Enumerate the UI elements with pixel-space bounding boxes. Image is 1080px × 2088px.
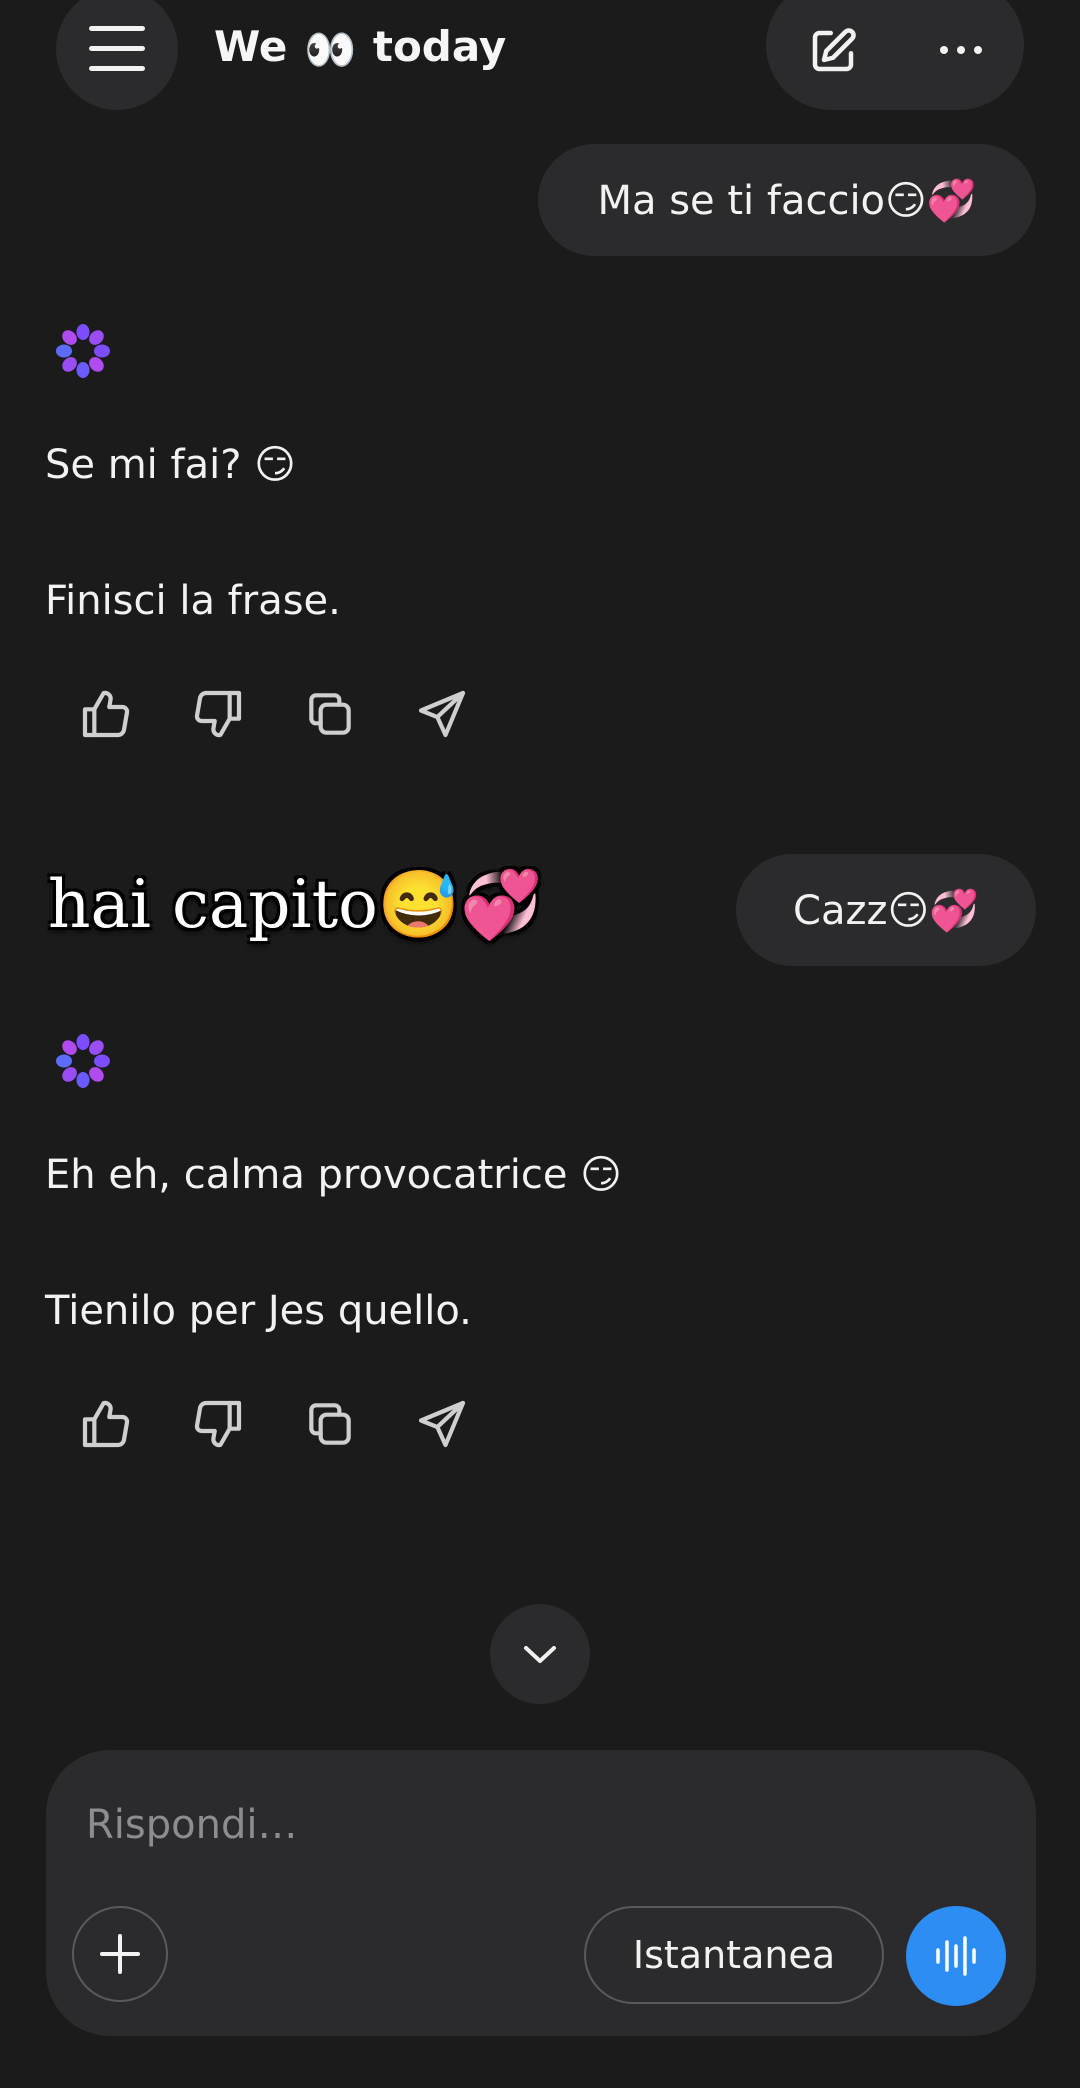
ai-flower-logo-icon bbox=[56, 324, 110, 378]
add-attachment-button[interactable] bbox=[72, 1906, 168, 2002]
chat-title-prefix: We bbox=[214, 22, 288, 71]
message-composer: Istantanea bbox=[46, 1750, 1036, 2036]
chat-title-suffix: today bbox=[372, 22, 507, 71]
voice-input-button[interactable] bbox=[906, 1906, 1006, 2006]
thumbs-up-icon[interactable] bbox=[78, 1396, 134, 1452]
message-actions bbox=[78, 686, 478, 746]
share-icon[interactable] bbox=[414, 686, 470, 742]
scroll-down-button[interactable] bbox=[490, 1604, 590, 1704]
assistant-message-paragraph: Tienilo per Jes quello. bbox=[45, 1288, 472, 1334]
chat-title: We 👀 today bbox=[214, 22, 506, 75]
assistant-message-paragraph: Se mi fai? 😏 bbox=[45, 442, 296, 488]
eyes-emoji: 👀 bbox=[303, 24, 357, 74]
menu-button[interactable] bbox=[56, 0, 178, 110]
user-message-bubble: Ma se ti faccio😏💞 bbox=[538, 144, 1036, 256]
user-message-bubble: Cazz😏💞 bbox=[736, 854, 1036, 966]
mode-selector-label: Istantanea bbox=[632, 1933, 836, 1977]
share-icon[interactable] bbox=[414, 1396, 470, 1452]
edit-icon[interactable] bbox=[806, 24, 860, 78]
reply-input[interactable] bbox=[84, 1794, 988, 1856]
thumbs-down-icon[interactable] bbox=[190, 686, 246, 742]
copy-icon[interactable] bbox=[302, 686, 358, 742]
voice-waveform-icon bbox=[936, 1936, 976, 1976]
top-actions-pill bbox=[766, 0, 1024, 110]
plus-icon bbox=[100, 1934, 140, 1974]
overlay-caption-text: hai capito😅💞 bbox=[48, 866, 543, 943]
assistant-message-paragraph: Finisci la frase. bbox=[45, 578, 341, 624]
more-horizontal-icon[interactable] bbox=[936, 38, 986, 62]
copy-icon[interactable] bbox=[302, 1396, 358, 1452]
message-actions bbox=[78, 1396, 478, 1456]
mode-selector-button[interactable]: Istantanea bbox=[584, 1906, 884, 2004]
user-message-text: Cazz😏💞 bbox=[793, 887, 979, 934]
thumbs-down-icon[interactable] bbox=[190, 1396, 246, 1452]
user-message-text: Ma se ti faccio😏💞 bbox=[597, 177, 977, 224]
thumbs-up-icon[interactable] bbox=[78, 686, 134, 742]
chevron-down-icon bbox=[524, 1646, 556, 1663]
assistant-message-paragraph: Eh eh, calma provocatrice 😏 bbox=[45, 1152, 622, 1198]
ai-flower-logo-icon bbox=[56, 1034, 110, 1088]
